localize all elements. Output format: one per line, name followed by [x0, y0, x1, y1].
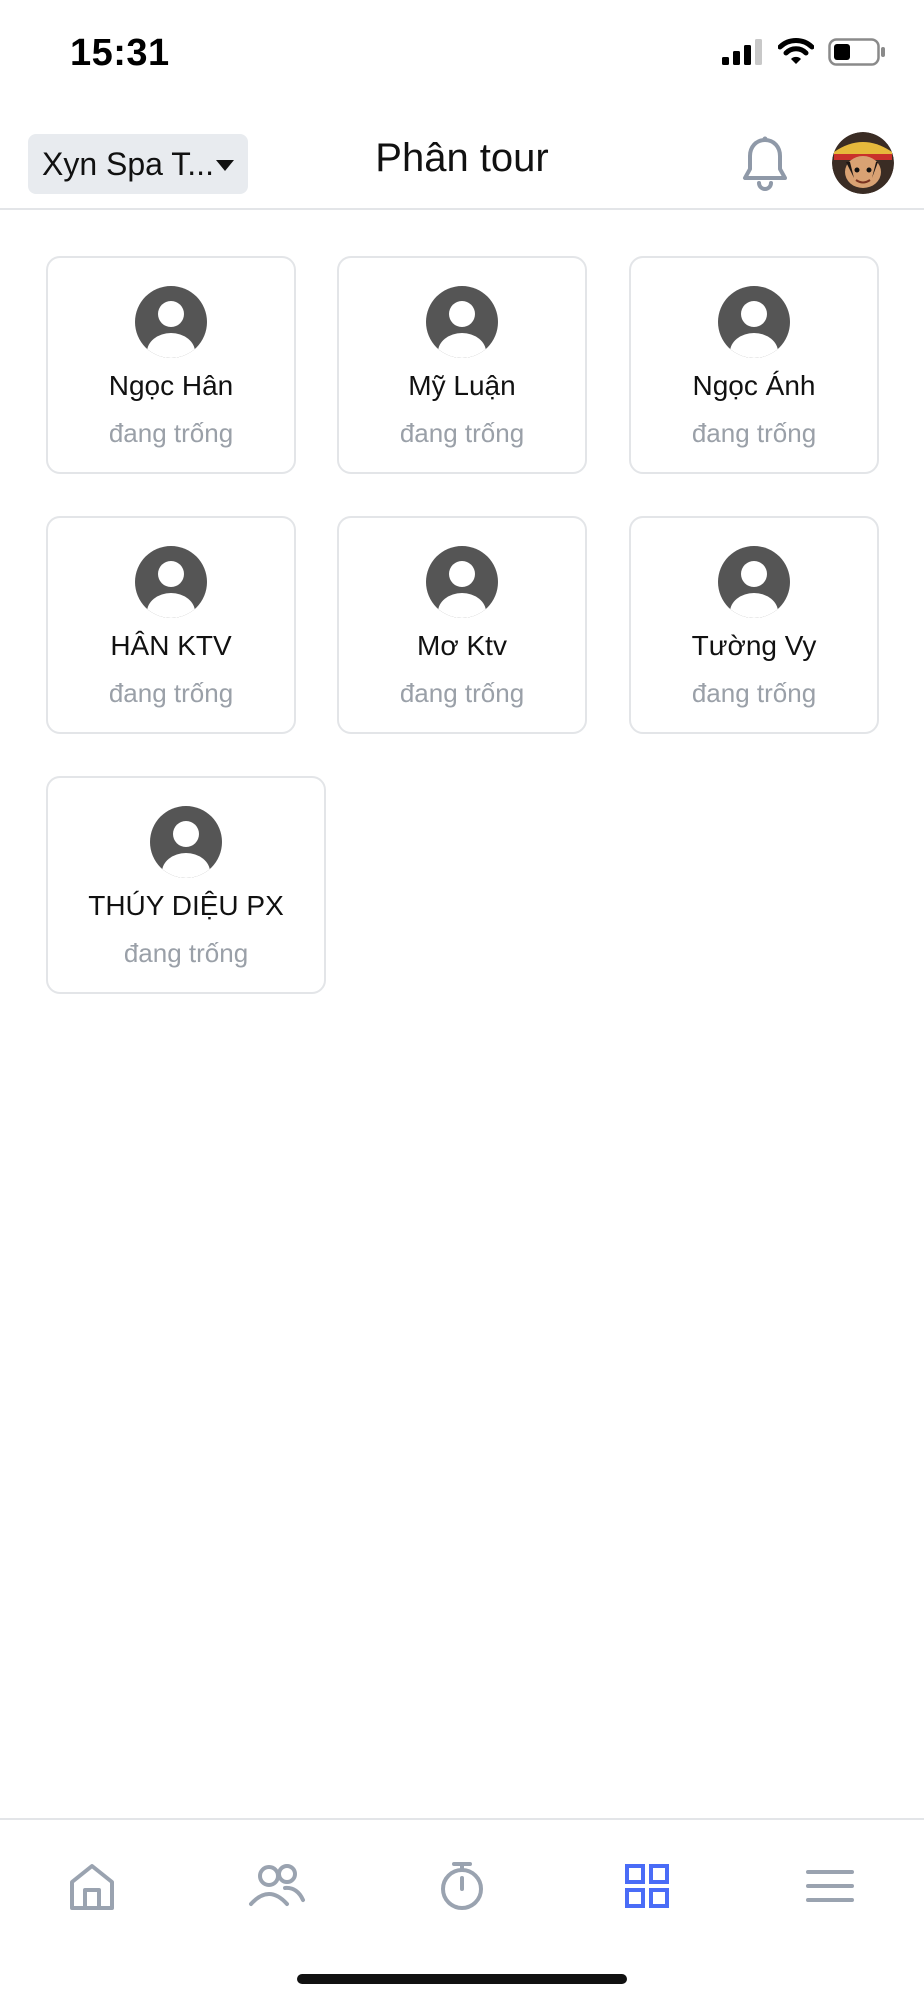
staff-card[interactable]: Mơ Ktv đang trống: [337, 516, 587, 734]
staff-status: đang trống: [691, 418, 817, 448]
timer-icon: [441, 1862, 483, 1910]
grid-icon: [625, 1864, 669, 1908]
cellular-signal-icon: [722, 39, 762, 65]
app-header: Xyn Spa T... Phân tour: [0, 110, 924, 210]
staff-status: đang trống: [108, 678, 234, 708]
home-icon: [70, 1864, 114, 1910]
staff-status: đang trống: [108, 418, 234, 448]
staff-status: đang trống: [399, 418, 525, 448]
staff-status: đang trống: [399, 678, 525, 708]
staff-card[interactable]: HÂN KTV đang trống: [46, 516, 296, 734]
staff-name: Mỹ Luận: [408, 370, 516, 401]
bell-icon[interactable]: [740, 136, 790, 192]
bottom-tab-bar: [0, 1818, 924, 2000]
home-indicator: [297, 1974, 627, 1984]
users-icon: [249, 1864, 305, 1906]
tab-menu[interactable]: [790, 1846, 870, 1926]
staff-name: Mơ Ktv: [417, 630, 507, 661]
battery-icon: [828, 38, 885, 66]
user-avatar-image: [832, 132, 894, 194]
avatar-placeholder-icon: [426, 546, 498, 618]
staff-card[interactable]: Ngọc Ánh đang trống: [629, 256, 879, 474]
staff-name: THÚY DIỆU PX: [88, 890, 284, 921]
tab-dashboard[interactable]: [607, 1846, 687, 1926]
staff-name: HÂN KTV: [110, 630, 232, 661]
status-icons: [722, 38, 886, 66]
staff-card[interactable]: Mỹ Luận đang trống: [337, 256, 587, 474]
tab-home[interactable]: [52, 1846, 132, 1926]
menu-icon: [806, 1870, 854, 1902]
staff-name: Ngọc Ánh: [692, 370, 816, 401]
avatar-placeholder-icon: [135, 286, 207, 358]
tab-staff[interactable]: [237, 1846, 317, 1926]
avatar-placeholder-icon: [718, 286, 790, 358]
avatar-placeholder-icon: [150, 806, 222, 878]
staff-status: đang trống: [691, 678, 817, 708]
avatar-placeholder-icon: [426, 286, 498, 358]
staff-name: Ngọc Hân: [108, 370, 234, 401]
staff-name: Tường Vy: [691, 630, 817, 661]
wifi-icon: [778, 38, 814, 64]
staff-status: đang trống: [123, 938, 249, 968]
staff-card[interactable]: THÚY DIỆU PX đang trống: [46, 776, 326, 994]
status-time: 15:31: [70, 32, 170, 74]
tab-timer[interactable]: [422, 1846, 502, 1926]
user-avatar[interactable]: [832, 132, 894, 194]
staff-card[interactable]: Ngọc Hân đang trống: [46, 256, 296, 474]
avatar-placeholder-icon: [135, 546, 207, 618]
avatar-placeholder-icon: [718, 546, 790, 618]
staff-card[interactable]: Tường Vy đang trống: [629, 516, 879, 734]
status-bar: 15:31: [0, 0, 924, 110]
